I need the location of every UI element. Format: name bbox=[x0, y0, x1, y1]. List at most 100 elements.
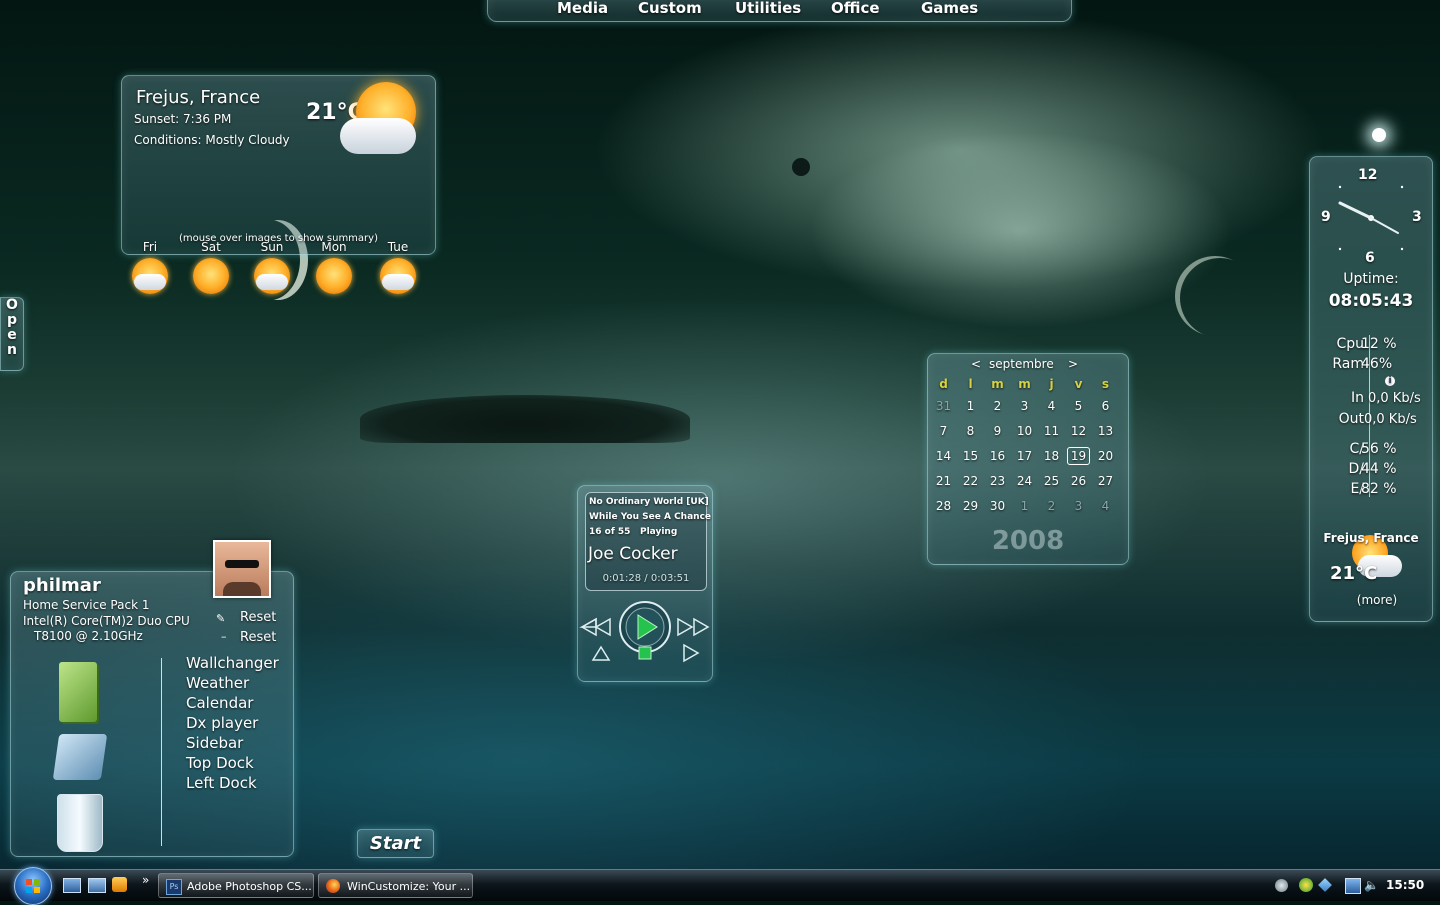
sun-icon bbox=[193, 258, 229, 294]
task-photoshop[interactable]: Ps Adobe Photoshop CS... bbox=[158, 873, 314, 898]
switch-windows-icon[interactable] bbox=[88, 878, 106, 893]
tray-clock[interactable]: 15:50 bbox=[1386, 878, 1424, 892]
rewind-icon[interactable] bbox=[579, 617, 611, 637]
play-button[interactable] bbox=[619, 601, 671, 653]
calendar-day[interactable]: 29 bbox=[957, 499, 984, 513]
user-name: philmar bbox=[23, 575, 101, 596]
fast-forward-icon[interactable] bbox=[677, 617, 710, 637]
quick-launch-chevron[interactable]: » bbox=[142, 873, 149, 887]
stop-icon[interactable] bbox=[638, 646, 652, 660]
calendar-day[interactable]: 22 bbox=[957, 474, 984, 488]
windows-orb-button[interactable] bbox=[14, 867, 52, 905]
calendar-day[interactable]: 28 bbox=[930, 499, 957, 513]
calendar-day[interactable]: 26 bbox=[1065, 474, 1092, 488]
calendar-day[interactable]: 3 bbox=[1011, 399, 1038, 413]
calendar-weekday: d bbox=[939, 377, 948, 391]
recycle-bin-icon[interactable] bbox=[57, 794, 103, 852]
calendar-day-today[interactable]: 19 bbox=[1067, 447, 1090, 465]
calendar-day[interactable]: 6 bbox=[1092, 399, 1119, 413]
tray-connection-icon[interactable] bbox=[1345, 878, 1361, 894]
menu-weather[interactable]: Weather bbox=[186, 674, 249, 692]
calendar-prev-month[interactable]: < bbox=[971, 357, 981, 371]
top-dock-tab-utilities[interactable]: Utilities bbox=[735, 0, 801, 17]
tray-tools-icon[interactable] bbox=[1318, 878, 1332, 892]
calendar-day[interactable]: 14 bbox=[930, 449, 957, 463]
calendar-day[interactable]: 20 bbox=[1092, 449, 1119, 463]
show-desktop-icon[interactable] bbox=[63, 878, 81, 893]
menu-calendar[interactable]: Calendar bbox=[186, 694, 253, 712]
forecast-tue[interactable]: Tue bbox=[376, 240, 420, 294]
weather-hint: (mouse over images to show summary) bbox=[179, 233, 378, 244]
mini-weather-more-link[interactable]: (more) bbox=[1310, 593, 1440, 607]
calendar-weekday: l bbox=[968, 377, 973, 391]
calendar-day[interactable]: 15 bbox=[957, 449, 984, 463]
eject-icon[interactable] bbox=[591, 645, 611, 661]
calendar-day[interactable]: 30 bbox=[984, 499, 1011, 513]
forecast-sat[interactable]: Sat bbox=[189, 240, 233, 294]
forecast-mon[interactable]: Mon bbox=[312, 240, 356, 294]
player-track: While You See A Chance bbox=[589, 512, 712, 522]
menu-sidebar[interactable]: Sidebar bbox=[186, 734, 243, 752]
top-dock-tab-custom[interactable]: Custom bbox=[638, 0, 702, 17]
player-controls bbox=[579, 601, 710, 663]
menu-wallchanger[interactable]: Wallchanger bbox=[186, 654, 279, 672]
calendar-day[interactable]: 4 bbox=[1038, 399, 1065, 413]
player-album: No Ordinary World [UK] bbox=[589, 497, 709, 507]
calendar-day[interactable]: 18 bbox=[1038, 449, 1065, 463]
tray-shield-icon[interactable] bbox=[1299, 878, 1313, 892]
calendar-day[interactable]: 1 bbox=[1011, 499, 1038, 513]
calendar-day[interactable]: 21 bbox=[930, 474, 957, 488]
calendar-day[interactable]: 11 bbox=[1038, 424, 1065, 438]
next-icon[interactable] bbox=[683, 643, 700, 663]
top-dock-tab-office[interactable]: Office bbox=[831, 0, 880, 17]
media-player-icon[interactable] bbox=[112, 877, 127, 892]
top-dock-tab-games[interactable]: Games bbox=[921, 0, 978, 17]
left-dock-open-tab[interactable]: O p e n bbox=[0, 297, 24, 371]
info-icon[interactable]: i bbox=[1385, 376, 1395, 386]
reset-button-2[interactable]: Reset bbox=[240, 630, 276, 645]
calendar-day[interactable]: 31 bbox=[930, 399, 957, 413]
calendar-day[interactable]: 24 bbox=[1011, 474, 1038, 488]
calendar-day[interactable]: 2 bbox=[984, 399, 1011, 413]
calendar-year: 2008 bbox=[991, 526, 1065, 556]
user-avatar[interactable] bbox=[213, 540, 271, 598]
calendar-day[interactable]: 17 bbox=[1011, 449, 1038, 463]
reset-button-1[interactable]: Reset bbox=[240, 610, 276, 625]
dock-start-button[interactable]: Start bbox=[357, 829, 434, 858]
computer-icon[interactable] bbox=[52, 734, 108, 780]
firefox-icon bbox=[326, 879, 340, 893]
menu-dx-player[interactable]: Dx player bbox=[186, 714, 258, 732]
top-dock: Media Custom Utilities Office Games bbox=[487, 0, 1072, 22]
calendar-day[interactable]: 25 bbox=[1038, 474, 1065, 488]
menu-left-dock[interactable]: Left Dock bbox=[186, 774, 257, 792]
calendar-day[interactable]: 5 bbox=[1065, 399, 1092, 413]
drive-c-label: C/ bbox=[1349, 441, 1365, 457]
task-firefox-wincustomize[interactable]: WinCustomize: Your ... bbox=[318, 873, 473, 898]
tray-network-icon[interactable] bbox=[1275, 879, 1288, 892]
calendar-day[interactable]: 13 bbox=[1092, 424, 1119, 438]
calendar-day[interactable]: 2 bbox=[1038, 499, 1065, 513]
calendar-day[interactable]: 10 bbox=[1011, 424, 1038, 438]
calendar-day[interactable]: 7 bbox=[930, 424, 957, 438]
forecast-sun[interactable]: Sun bbox=[250, 240, 294, 294]
calendar-day[interactable]: 12 bbox=[1065, 424, 1092, 438]
tray-volume-icon[interactable]: 🔈 bbox=[1364, 878, 1379, 892]
calendar-day[interactable]: 27 bbox=[1092, 474, 1119, 488]
calendar-day[interactable]: 8 bbox=[957, 424, 984, 438]
calendar-day[interactable]: 9 bbox=[984, 424, 1011, 438]
calendar-day[interactable]: 4 bbox=[1092, 499, 1119, 513]
calendar-day[interactable]: 23 bbox=[984, 474, 1011, 488]
cpu-value: 12 % bbox=[1361, 336, 1397, 352]
sun-cloud-icon[interactable] bbox=[340, 82, 426, 162]
top-dock-tab-media[interactable]: Media bbox=[557, 0, 608, 17]
drive-d-label: D/ bbox=[1348, 461, 1365, 477]
calendar-day[interactable]: 1 bbox=[957, 399, 984, 413]
player-position: 16 of 55 bbox=[589, 527, 631, 537]
calendar-day[interactable]: 3 bbox=[1065, 499, 1092, 513]
calendar-next-month[interactable]: > bbox=[1068, 357, 1078, 371]
documents-icon[interactable] bbox=[59, 662, 97, 722]
menu-top-dock[interactable]: Top Dock bbox=[186, 754, 254, 772]
calendar-day[interactable]: 16 bbox=[984, 449, 1011, 463]
mini-weather[interactable]: Frejus, France 21°C (more) bbox=[1310, 529, 1432, 613]
forecast-fri[interactable]: Fri bbox=[128, 240, 172, 294]
